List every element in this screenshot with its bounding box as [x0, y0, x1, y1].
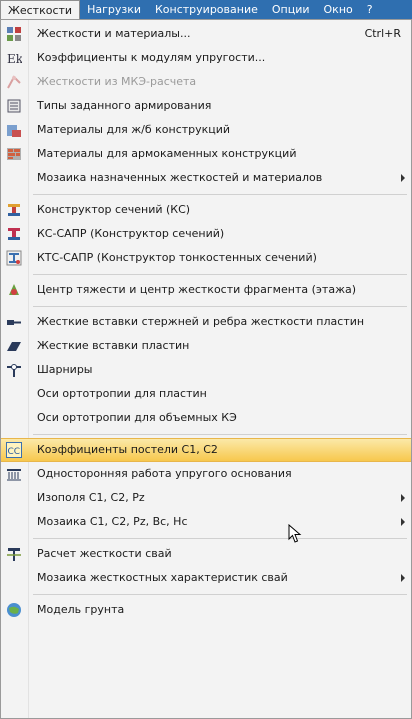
- menu-item-label: Типы заданного армирования: [37, 99, 212, 112]
- menu-item-label: Мозаика жесткостных характеристик свай: [37, 571, 288, 584]
- menu-separator: [33, 306, 407, 307]
- menu-item-pile-stiffness[interactable]: Расчет жесткости свай: [1, 542, 411, 566]
- submenu-arrow-icon: [401, 518, 405, 526]
- menu-item-fem-stiffness[interactable]: Жесткости из МКЭ-расчета: [1, 70, 411, 94]
- menu-item-label: Жесткие вставки стержней и ребра жесткос…: [37, 315, 365, 328]
- menu-item-elasticity-coefficients[interactable]: Ek Коэффициенты к модулям упругости...: [1, 46, 411, 70]
- menu-stiffness[interactable]: Жесткости: [0, 0, 81, 19]
- menu-item-label: Шарниры: [37, 363, 93, 376]
- menu-item-label: Мозаика назначенных жесткостей и материа…: [37, 171, 323, 184]
- gravity-center-icon: [6, 282, 22, 298]
- ek-icon: Ek: [6, 50, 22, 66]
- menu-item-isofields[interactable]: Изополя С1, С2, Pz: [1, 486, 411, 510]
- menu-item-stiffness-materials[interactable]: Жесткости и материалы... Ctrl+R: [1, 22, 411, 46]
- mouse-cursor-icon: [288, 524, 302, 543]
- menu-item-subgrade-coefficients[interactable]: CC Коэффициенты постели С1, С2: [1, 438, 411, 462]
- menu-item-thin-wall-section[interactable]: КТС-САПР (Конструктор тонкостенных сечен…: [1, 246, 411, 270]
- submenu-arrow-icon: [401, 574, 405, 582]
- menu-separator: [33, 538, 407, 539]
- menu-item-rigid-inserts-bars[interactable]: Жесткие вставки стержней и ребра жесткос…: [1, 310, 411, 334]
- menu-item-rigid-inserts-plates[interactable]: Жесткие вставки пластин: [1, 334, 411, 358]
- subgrade-coefficients-icon: CC: [6, 442, 22, 458]
- menu-item-stiffness-mosaic[interactable]: Мозаика назначенных жесткостей и материа…: [1, 166, 411, 190]
- menu-item-label: КС-САПР (Конструктор сечений): [37, 227, 225, 240]
- menu-item-label: КТС-САПР (Конструктор тонкостенных сечен…: [37, 251, 317, 264]
- menu-item-one-way-foundation[interactable]: Односторонняя работа упругого основания: [1, 462, 411, 486]
- menu-item-reinforcement-types[interactable]: Типы заданного армирования: [1, 94, 411, 118]
- pile-stiffness-icon: [6, 546, 22, 562]
- stiffness-materials-icon: [6, 26, 22, 42]
- menu-window[interactable]: Окно: [317, 0, 360, 19]
- rigid-inserts-bars-icon: [6, 314, 22, 330]
- menu-item-label: Коэффициенты к модулям упругости...: [37, 51, 266, 64]
- thin-wall-section-icon: [6, 250, 22, 266]
- menu-item-label: Материалы для ж/б конструкций: [37, 123, 231, 136]
- menu-item-label: Коэффициенты постели С1, С2: [37, 443, 218, 456]
- menu-item-label: Изополя С1, С2, Pz: [37, 491, 145, 504]
- menu-options[interactable]: Опции: [265, 0, 317, 19]
- menu-item-section-cad[interactable]: КС-САПР (Конструктор сечений): [1, 222, 411, 246]
- menu-item-label: Оси ортотропии для пластин: [37, 387, 207, 400]
- stiffness-dropdown-menu: Жесткости и материалы... Ctrl+R Ek Коэфф…: [0, 19, 412, 719]
- svg-text:CC: CC: [8, 447, 21, 457]
- menu-item-hinges[interactable]: Шарниры: [1, 358, 411, 382]
- shortcut-label: Ctrl+R: [364, 27, 401, 40]
- menu-item-foundation-mosaic[interactable]: Мозаика С1, С2, Pz, Bc, Hc: [1, 510, 411, 534]
- section-cad-icon: [6, 226, 22, 242]
- menu-item-gravity-center[interactable]: Центр тяжести и центр жесткости фрагмент…: [1, 278, 411, 302]
- menu-item-label: Жесткие вставки пластин: [37, 339, 190, 352]
- menu-item-label: Центр тяжести и центр жесткости фрагмент…: [37, 283, 357, 296]
- menu-item-label: Оси ортотропии для объемных КЭ: [37, 411, 237, 424]
- rigid-inserts-plates-icon: [6, 338, 22, 354]
- menu-item-pile-mosaic[interactable]: Мозаика жесткостных характеристик свай: [1, 566, 411, 590]
- menu-item-rc-materials[interactable]: Материалы для ж/б конструкций: [1, 118, 411, 142]
- one-way-foundation-icon: [6, 466, 22, 482]
- menu-design[interactable]: Конструирование: [148, 0, 265, 19]
- hinge-icon: [6, 362, 22, 378]
- menu-item-label: Расчет жесткости свай: [37, 547, 172, 560]
- menu-separator: [33, 274, 407, 275]
- svg-text:Ek: Ek: [7, 52, 22, 66]
- menu-separator: [33, 594, 407, 595]
- menu-item-soil-model[interactable]: Модель грунта: [1, 598, 411, 622]
- menu-item-label: Конструктор сечений (КС): [37, 203, 191, 216]
- menu-item-section-constructor[interactable]: Конструктор сечений (КС): [1, 198, 411, 222]
- menu-item-orthotropy-solids[interactable]: Оси ортотропии для объемных КЭ: [1, 406, 411, 430]
- menu-separator: [33, 434, 407, 435]
- menu-item-masonry-materials[interactable]: Материалы для армокаменных конструкций: [1, 142, 411, 166]
- menu-item-label: Односторонняя работа упругого основания: [37, 467, 292, 480]
- menu-separator: [33, 194, 407, 195]
- soil-model-icon: [6, 602, 22, 618]
- menu-item-label: Мозаика С1, С2, Pz, Bc, Hc: [37, 515, 188, 528]
- section-constructor-icon: [6, 202, 22, 218]
- rc-materials-icon: [6, 122, 22, 138]
- menu-item-label: Материалы для армокаменных конструкций: [37, 147, 297, 160]
- submenu-arrow-icon: [401, 174, 405, 182]
- menu-item-label: Модель грунта: [37, 603, 125, 616]
- menu-item-label: Жесткости и материалы...: [37, 27, 191, 40]
- reinforcement-types-icon: [6, 98, 22, 114]
- fem-stiffness-icon: [6, 74, 22, 90]
- masonry-materials-icon: [6, 146, 22, 162]
- menu-loads[interactable]: Нагрузки: [80, 0, 148, 19]
- menu-item-label: Жесткости из МКЭ-расчета: [37, 75, 197, 88]
- menu-item-orthotropy-plates[interactable]: Оси ортотропии для пластин: [1, 382, 411, 406]
- menu-help[interactable]: ?: [360, 0, 380, 19]
- submenu-arrow-icon: [401, 494, 405, 502]
- menu-bar: Жесткости Нагрузки Конструирование Опции…: [0, 0, 412, 19]
